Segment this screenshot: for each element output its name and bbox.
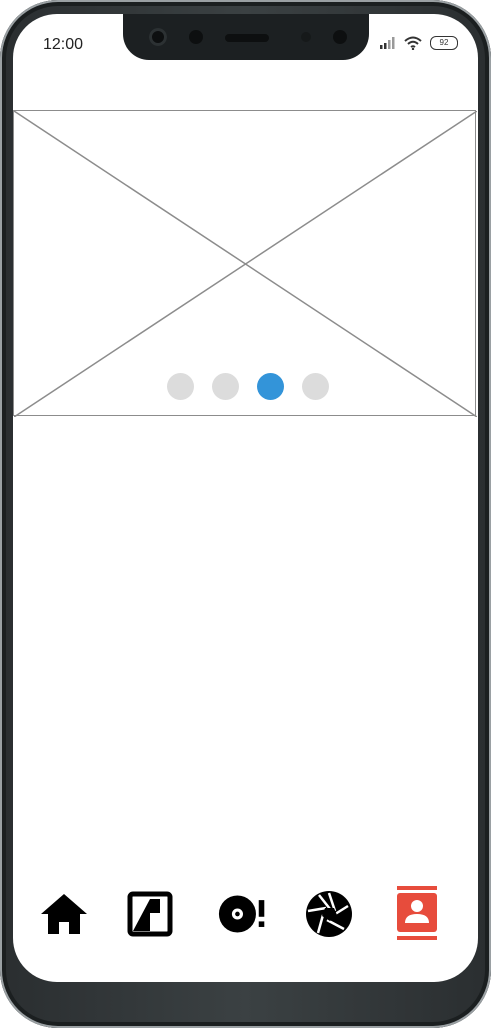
- speaker-grille: [225, 34, 269, 42]
- carousel-pagination: [167, 373, 329, 400]
- signal-icon: [380, 37, 395, 49]
- carousel-dot[interactable]: [212, 373, 239, 400]
- front-camera-icon: [149, 28, 167, 46]
- status-icons: 92: [380, 34, 458, 52]
- proximity-sensor-icon: [301, 32, 311, 42]
- tab-home[interactable]: [39, 886, 89, 942]
- camera-dot-icon: [333, 30, 347, 44]
- sensor-dot-icon: [189, 30, 203, 44]
- image-placeholder-icon: [14, 111, 477, 417]
- wifi-icon: [404, 36, 422, 50]
- image-carousel[interactable]: [13, 110, 477, 417]
- screen: 12:00 92: [13, 14, 478, 982]
- battery-indicator: 92: [430, 36, 458, 50]
- image-frame-icon: [127, 891, 173, 937]
- home-icon: [41, 894, 87, 934]
- phone-frame: 12:00 92: [0, 0, 491, 1028]
- carousel-dot[interactable]: [257, 373, 284, 400]
- carousel-dot[interactable]: [302, 373, 329, 400]
- tab-camera[interactable]: [304, 886, 354, 942]
- aperture-icon: [306, 891, 352, 937]
- tab-media[interactable]: [218, 886, 268, 942]
- notch: [123, 14, 369, 60]
- bottom-tab-bar: [13, 886, 478, 946]
- carousel-dot[interactable]: [167, 373, 194, 400]
- status-time: 12:00: [43, 36, 84, 53]
- tab-contacts[interactable]: [392, 886, 442, 942]
- contact-card-icon: [397, 886, 437, 940]
- tab-gallery[interactable]: [125, 886, 175, 942]
- disc-alert-icon: [218, 895, 265, 933]
